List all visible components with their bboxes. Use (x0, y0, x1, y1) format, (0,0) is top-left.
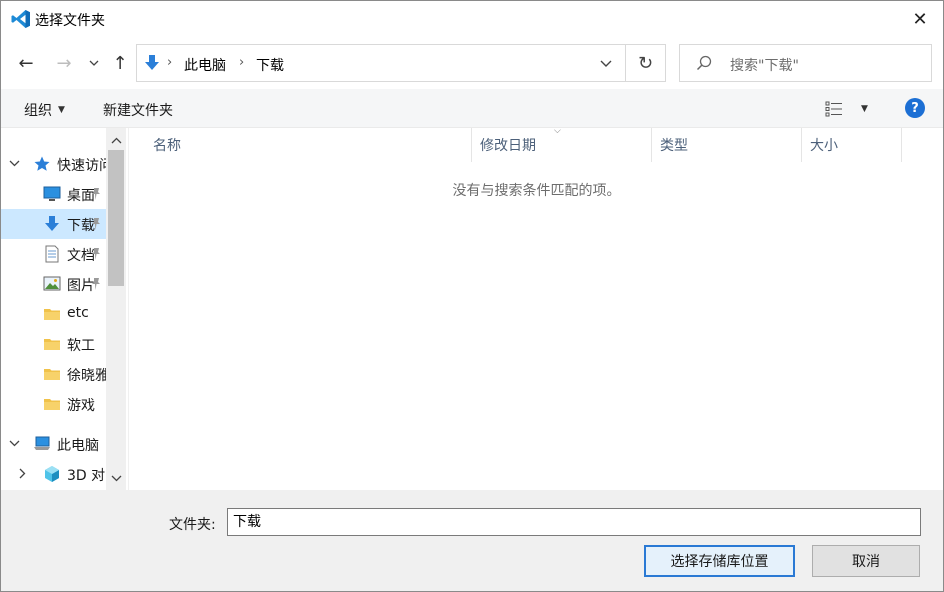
pin-icon (92, 278, 100, 290)
navigation-bar: ← → ↑ › 此电脑 › 下载 ↻ 搜索"下载" (1, 37, 943, 89)
sidebar-item-documents[interactable]: 文档 (1, 239, 106, 269)
breadcrumb-separator[interactable]: › (239, 55, 244, 70)
refresh-icon: ↻ (637, 52, 654, 74)
new-folder-button[interactable]: 新建文件夹 (103, 100, 173, 120)
download-arrow-icon (145, 55, 159, 70)
dropdown-caret-icon: ▼ (58, 105, 65, 115)
chevron-down-icon (600, 60, 612, 67)
address-dropdown-button[interactable] (589, 45, 623, 81)
sidebar-item-pictures[interactable]: 图片 (1, 269, 106, 299)
organize-menu-button[interactable]: 组织 ▼ (24, 100, 65, 120)
sidebar-item-label: etc (67, 305, 89, 321)
details-view-icon (825, 101, 842, 117)
forward-button[interactable]: → (51, 51, 77, 75)
button-label: 选择存储库位置 (670, 554, 769, 570)
3d-objects-icon (45, 466, 59, 482)
breadcrumb-separator[interactable]: › (167, 55, 172, 70)
pin-icon (92, 188, 100, 200)
download-icon (45, 216, 59, 231)
sidebar-item-label: 快速访问 (57, 158, 106, 174)
change-view-button[interactable]: ▼ (825, 99, 871, 119)
back-button[interactable]: ← (13, 51, 39, 75)
folder-icon (44, 399, 60, 410)
document-icon (45, 245, 59, 263)
sidebar-item-label: 3D 对象 (67, 468, 106, 484)
desktop-icon (43, 186, 61, 201)
organize-label: 组织 (24, 103, 52, 119)
column-header-name[interactable]: 名称 (129, 128, 472, 162)
folder-icon (44, 339, 60, 350)
help-button[interactable]: ? (905, 98, 925, 118)
computer-icon (34, 436, 50, 450)
back-arrow-icon: ← (18, 52, 34, 74)
new-folder-label: 新建文件夹 (103, 103, 173, 119)
column-header-label: 类型 (660, 138, 688, 154)
button-label: 取消 (852, 554, 880, 570)
up-button[interactable]: ↑ (109, 51, 131, 75)
folder-name-input[interactable]: 下载 (227, 508, 921, 536)
folder-icon (44, 309, 60, 320)
sidebar-item-label: 软工 (67, 338, 95, 354)
breadcrumb-this-pc[interactable]: 此电脑 (184, 55, 226, 75)
sidebar-item-label: 游戏 (67, 398, 95, 414)
search-icon (696, 55, 712, 71)
column-header-type[interactable]: 类型 (652, 128, 802, 162)
chevron-down-icon (9, 160, 20, 167)
help-icon: ? (911, 100, 919, 116)
star-icon (34, 156, 50, 171)
column-header-label: 修改日期 (480, 138, 536, 154)
select-repository-location-button[interactable]: 选择存储库位置 (644, 545, 795, 577)
navigation-pane: 快速访问 桌面 下载 文档 (1, 128, 128, 490)
scroll-up-button[interactable] (106, 130, 126, 150)
breadcrumb-downloads[interactable]: 下载 (256, 55, 284, 75)
pin-icon (92, 248, 100, 260)
column-header-label: 大小 (810, 138, 838, 154)
sidebar-item-this-pc[interactable]: 此电脑 (1, 429, 106, 459)
close-button[interactable]: ✕ (897, 1, 943, 37)
address-bar[interactable]: › 此电脑 › 下载 ↻ (136, 44, 666, 82)
chevron-down-icon (9, 440, 20, 447)
up-arrow-icon: ↑ (112, 52, 128, 74)
dropdown-caret-icon: ▼ (861, 104, 868, 114)
sidebar-item-etc[interactable]: etc (1, 299, 106, 329)
cancel-button[interactable]: 取消 (812, 545, 920, 577)
command-toolbar: 组织 ▼ 新建文件夹 ▼ ? (1, 89, 943, 128)
vscode-app-icon (11, 10, 30, 28)
refresh-button[interactable]: ↻ (625, 45, 665, 81)
search-box[interactable]: 搜索"下载" (679, 44, 932, 82)
search-placeholder: 搜索"下载" (730, 58, 799, 74)
picture-icon (43, 276, 61, 291)
sidebar-item-label: 此电脑 (57, 438, 99, 454)
sidebar-item-games[interactable]: 游戏 (1, 389, 106, 419)
chevron-right-icon (19, 468, 26, 479)
sidebar-item-label: 徐晓雅 (67, 368, 106, 384)
column-header-label: 名称 (153, 138, 181, 154)
window-title: 选择文件夹 (35, 13, 105, 29)
folder-label: 文件夹: (169, 517, 216, 533)
sidebar-item-downloads[interactable]: 下载 (1, 209, 106, 239)
chevron-up-icon (111, 137, 121, 143)
column-header-size[interactable]: 大小 (802, 128, 902, 162)
empty-results-message: 没有与搜索条件匹配的项。 (452, 183, 621, 199)
sidebar-item-software-eng[interactable]: 软工 (1, 329, 106, 359)
scroll-thumb[interactable] (108, 150, 124, 286)
close-icon: ✕ (912, 8, 928, 30)
sidebar-item-desktop[interactable]: 桌面 (1, 179, 106, 209)
forward-arrow-icon: → (56, 52, 72, 74)
file-list-pane: ⌵ 名称 修改日期 类型 大小 没有与搜索条件匹配的项。 (128, 126, 943, 490)
sidebar-item-quick-access[interactable]: 快速访问 (1, 149, 106, 179)
folder-picker-dialog: 选择文件夹 ✕ ← → ↑ › 此电脑 › 下载 ↻ 搜索"下载" 组织 ▼ 新… (0, 0, 944, 592)
chevron-down-icon (89, 60, 99, 66)
column-header-date-modified[interactable]: 修改日期 (472, 128, 652, 162)
pin-icon (92, 218, 100, 230)
navigation-scrollbar[interactable] (106, 128, 126, 490)
recent-locations-button[interactable] (85, 51, 103, 75)
scroll-down-button[interactable] (106, 468, 126, 488)
chevron-down-icon (111, 475, 121, 481)
folder-icon (44, 369, 60, 380)
sidebar-item-xu-folder[interactable]: 徐晓雅 (1, 359, 106, 389)
sidebar-item-3d-objects[interactable]: 3D 对象 (1, 459, 106, 489)
title-bar: 选择文件夹 ✕ (1, 1, 943, 37)
dialog-footer: 文件夹: 下载 选择存储库位置 取消 (1, 490, 943, 591)
